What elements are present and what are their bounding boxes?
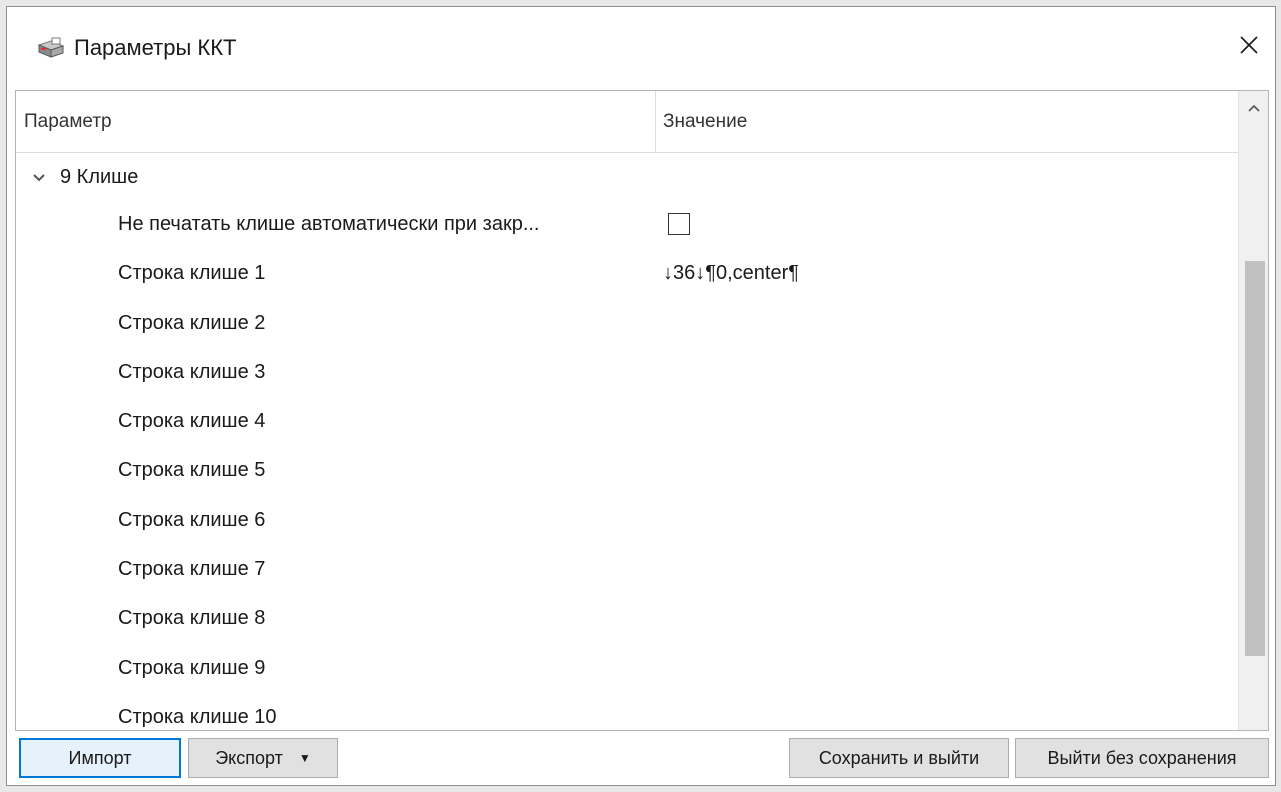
table-row[interactable]: Строка клише 7 [16,546,1238,595]
table-row[interactable]: Строка клише 10 [16,694,1238,730]
row-label: Строка клише 2 [118,311,266,334]
group-row-cliche[interactable]: 9 Клише [16,153,1238,201]
table-row[interactable]: Строка клише 9 [16,645,1238,694]
scroll-thumb[interactable] [1245,261,1265,656]
printer-icon [35,37,65,59]
export-button-label: Экспорт [215,747,283,768]
chevron-up-icon [1248,99,1260,117]
table-row[interactable]: Строка клише 5 [16,447,1238,496]
import-button-label: Импорт [68,747,132,768]
import-button[interactable]: Импорт [19,738,181,778]
row-label: Строка клише 5 [118,459,266,482]
table-row[interactable]: Строка клише 1 ↓36↓¶0,center¶ [16,250,1238,299]
group-label: 9 Клише [60,166,139,188]
window-title: Параметры ККТ [74,35,237,60]
row-label: Строка клише 6 [118,508,266,531]
table-row[interactable]: Строка клише 3 [16,349,1238,398]
row-label: Строка клише 1 [118,262,266,285]
save-and-exit-label: Сохранить и выйти [818,747,980,768]
scroll-up-button[interactable] [1239,91,1268,125]
column-header-parameter[interactable]: Параметр [24,111,112,133]
params-window: Параметры ККТ Параметр Значение 9 Клише [6,6,1276,786]
row-label: Не печатать клише автоматически при закр… [118,213,540,235]
exit-without-saving-label: Выйти без сохранения [1047,747,1237,768]
column-header-value[interactable]: Значение [663,111,747,133]
row-label: Строка клише 9 [118,656,266,679]
dropdown-arrow-icon: ▼ [298,751,311,765]
row-label: Строка клише 8 [118,607,266,630]
title-bar[interactable]: Параметры ККТ [7,7,1275,87]
no-auto-print-checkbox[interactable] [668,213,690,235]
close-icon [1239,35,1259,60]
column-divider[interactable] [655,91,656,153]
table-row[interactable]: Не печатать клише автоматически при закр… [16,201,1238,250]
row-value[interactable]: ↓36↓¶0,center¶ [663,262,799,285]
parameters-grid[interactable]: Параметр Значение 9 Клише Не печатать кл… [15,90,1269,731]
exit-without-saving-button[interactable]: Выйти без сохранения [1015,738,1269,778]
vertical-scrollbar[interactable] [1238,91,1268,730]
save-and-exit-button[interactable]: Сохранить и выйти [789,738,1009,778]
row-label: Строка клише 10 [118,705,277,728]
close-button[interactable] [1223,21,1275,73]
row-label: Строка клише 7 [118,558,266,581]
table-row[interactable]: Строка клише 8 [16,595,1238,644]
table-row[interactable]: Строка клише 2 [16,300,1238,349]
export-button[interactable]: Экспорт ▼ [188,738,338,778]
row-label: Строка клише 4 [118,410,266,433]
parameter-rows: Не печатать клише автоматически при закр… [16,201,1238,730]
row-label: Строка клише 3 [118,360,266,383]
table-row[interactable]: Строка клише 4 [16,398,1238,447]
grid-header: Параметр Значение [16,91,1238,153]
chevron-down-icon[interactable] [32,171,46,183]
table-row[interactable]: Строка клише 6 [16,497,1238,546]
